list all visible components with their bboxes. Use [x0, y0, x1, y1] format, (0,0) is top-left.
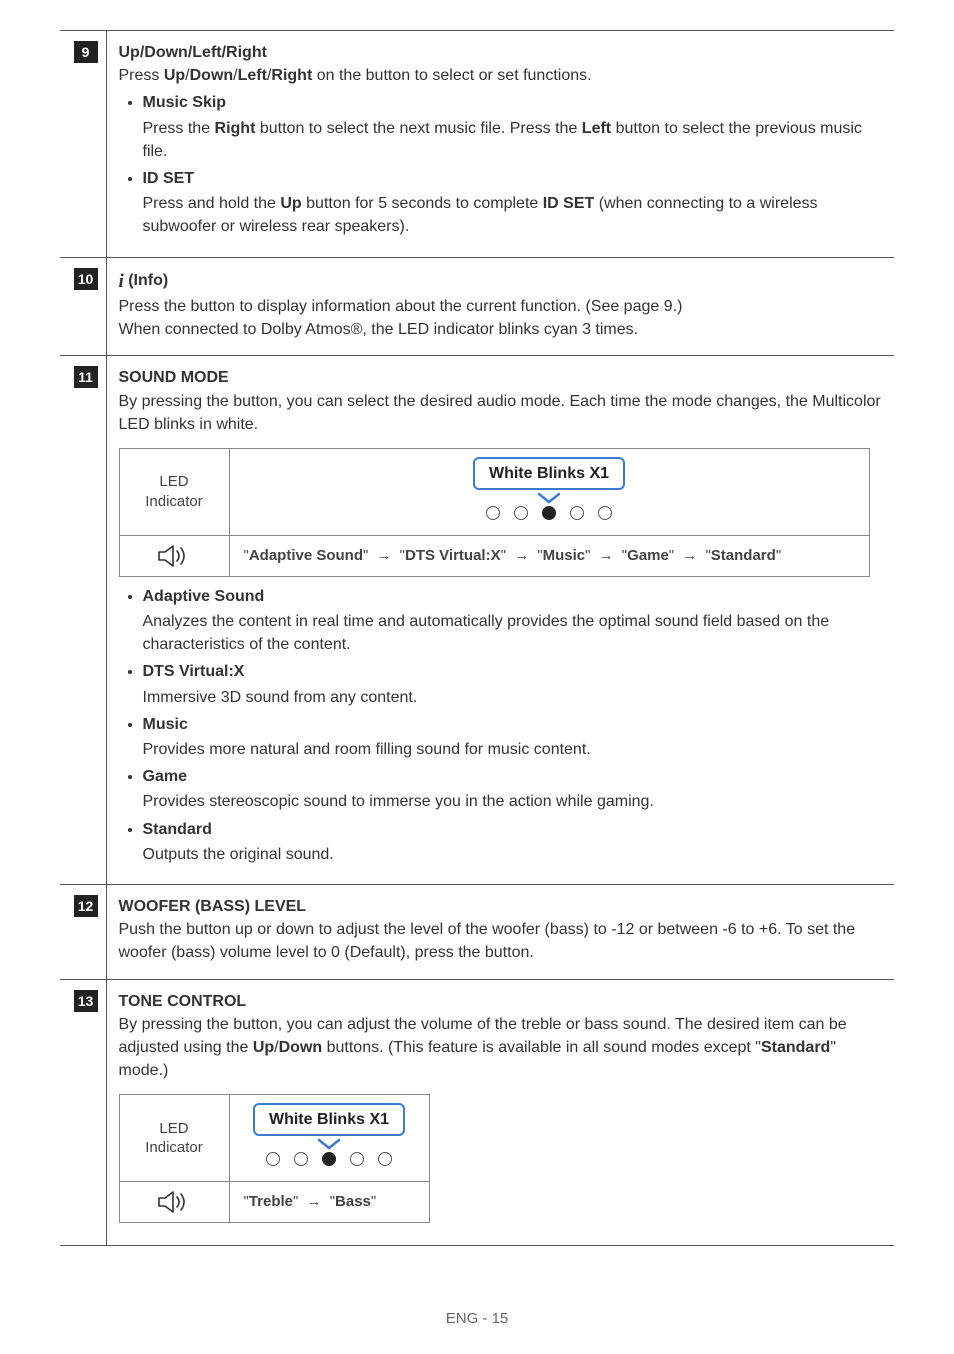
row-12: 12 WOOFER (BASS) LEVEL Push the button u… — [60, 884, 894, 979]
row-9-list: Music Skip Press the Right button to sel… — [143, 91, 883, 238]
blink-label: White Blinks X1 — [253, 1103, 405, 1136]
row-11-number: 11 — [74, 366, 98, 388]
row-13: 13 TONE CONTROL By pressing the button, … — [60, 979, 894, 1246]
sound-mode-list: Adaptive Sound Analyzes the content in r… — [143, 585, 883, 866]
page-footer: ENG - 15 — [0, 1308, 954, 1330]
led-indicator-cell: LED Indicator — [119, 1095, 229, 1182]
row-9: 9 Up/Down/Left/Right Press Up/Down/Left/… — [60, 31, 894, 258]
row-10: 10 i (Info) Press the button to display … — [60, 257, 894, 356]
mode-dts: DTS Virtual:X Immersive 3D sound from an… — [143, 660, 883, 708]
row-11-inner-table: LED Indicator White Blinks X1 — [119, 448, 870, 577]
row-13-inner-table: LED Indicator White Blinks X1 — [119, 1094, 430, 1223]
row-10-body-2: When connected to Dolby Atmos®, the LED … — [119, 318, 883, 341]
row-9-press-line: Press Up/Down/Left/Right on the button t… — [119, 64, 883, 87]
row-9-number: 9 — [74, 41, 98, 63]
speaker-icon-cell — [119, 535, 229, 576]
row-11: 11 SOUND MODE By pressing the button, yo… — [60, 356, 894, 885]
row-9-id-set: ID SET Press and hold the Up button for … — [143, 167, 883, 239]
led-dots — [253, 1152, 405, 1166]
mode-standard: Standard Outputs the original sound. — [143, 818, 883, 866]
row-13-body: By pressing the button, you can adjust t… — [119, 1013, 883, 1083]
row-9-title: Up/Down/Left/Right — [119, 41, 883, 64]
row-13-number: 13 — [74, 990, 98, 1012]
row-10-title: i (Info) — [119, 268, 883, 296]
mode-adaptive: Adaptive Sound Analyzes the content in r… — [143, 585, 883, 657]
blink-label: White Blinks X1 — [473, 457, 625, 490]
speaker-sound-icon — [157, 544, 191, 568]
led-dots — [473, 506, 625, 520]
speaker-icon-cell — [119, 1182, 229, 1223]
sound-mode-sequence: "Adaptive Sound" → "DTS Virtual:X" → "Mu… — [229, 535, 869, 576]
row-12-title: WOOFER (BASS) LEVEL — [119, 895, 883, 918]
speaker-sound-icon — [157, 1190, 191, 1214]
pointer-down-icon — [537, 492, 561, 504]
blink-cell: White Blinks X1 — [229, 1095, 429, 1182]
mode-game: Game Provides stereoscopic sound to imme… — [143, 765, 883, 813]
led-indicator-cell: LED Indicator — [119, 448, 229, 535]
row-9-music-skip: Music Skip Press the Right button to sel… — [143, 91, 883, 163]
blink-cell: White Blinks X1 — [229, 448, 869, 535]
tone-sequence: "Treble" → "Bass" — [229, 1182, 429, 1223]
row-13-title: TONE CONTROL — [119, 990, 883, 1013]
row-10-number: 10 — [74, 268, 98, 290]
feature-table: 9 Up/Down/Left/Right Press Up/Down/Left/… — [60, 30, 894, 1246]
pointer-down-icon — [317, 1138, 341, 1150]
row-12-body: Push the button up or down to adjust the… — [119, 918, 883, 964]
mode-music: Music Provides more natural and room fil… — [143, 713, 883, 761]
row-11-body: By pressing the button, you can select t… — [119, 390, 883, 436]
row-12-number: 12 — [74, 895, 98, 917]
row-10-body-1: Press the button to display information … — [119, 295, 883, 318]
row-11-title: SOUND MODE — [119, 366, 883, 389]
